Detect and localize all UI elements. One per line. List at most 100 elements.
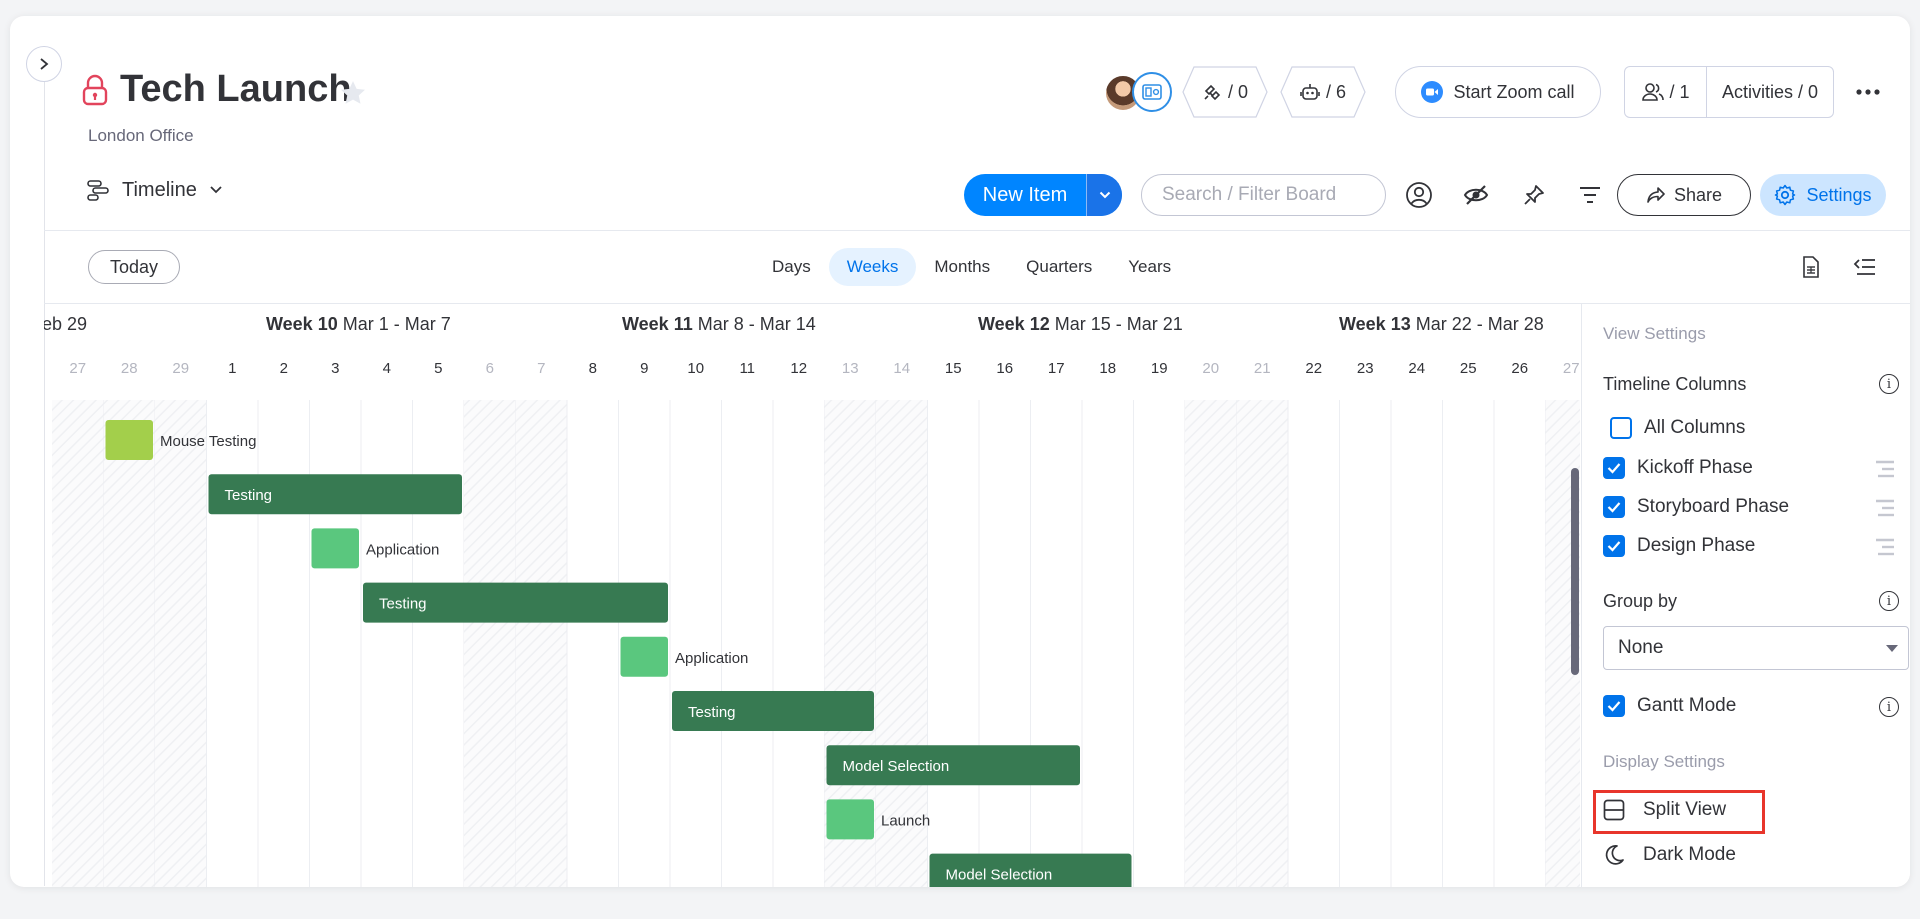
- day-tick-label: 3: [331, 360, 339, 377]
- timeline-bar[interactable]: [105, 420, 154, 460]
- scale-tab-days[interactable]: Days: [754, 248, 829, 286]
- person-filter-icon[interactable]: [1402, 178, 1436, 212]
- week-range: eb 29: [44, 314, 88, 334]
- day-tick-label: 12: [790, 360, 807, 377]
- info-icon[interactable]: i: [1879, 374, 1899, 394]
- day-tick-label: 27: [1563, 360, 1580, 377]
- star-icon[interactable]: [338, 78, 368, 108]
- checkbox-checked-icon: [1603, 457, 1625, 479]
- timeline-item[interactable]: Testing: [363, 582, 668, 623]
- week-range: Mar 15 - Mar 21: [1049, 314, 1183, 334]
- scale-tab-weeks[interactable]: Weeks: [828, 248, 917, 286]
- activities-label: Activities / 0: [1721, 81, 1819, 102]
- new-item-button[interactable]: New Item: [964, 174, 1086, 216]
- board-members[interactable]: [1104, 72, 1172, 112]
- scale-tab-quarters[interactable]: Quarters: [1008, 248, 1110, 286]
- day-tick-label: 24: [1408, 360, 1425, 377]
- timeline-bar[interactable]: [620, 636, 669, 677]
- more-options-icon[interactable]: [1852, 78, 1884, 106]
- members-button[interactable]: / 1: [1625, 67, 1707, 117]
- drag-handle-icon[interactable]: [1874, 537, 1896, 557]
- column-label: Kickoff Phase: [1637, 457, 1753, 478]
- timeline-item[interactable]: Model Selection: [826, 745, 1081, 786]
- timeline-item-label: Launch: [881, 812, 930, 829]
- timeline-columns-heading: Timeline Columns: [1603, 374, 1747, 394]
- view-settings-heading: View Settings: [1603, 324, 1706, 343]
- zoom-label: Start Zoom call: [1453, 81, 1575, 102]
- timeline-item-label: Model Selection: [946, 867, 1053, 884]
- day-tick-label: 4: [383, 360, 391, 377]
- weekend-shade: [103, 400, 155, 887]
- timeline-item[interactable]: Testing: [672, 691, 874, 731]
- timeline-bar[interactable]: [311, 528, 360, 569]
- export-icon[interactable]: [1796, 252, 1826, 282]
- day-tick-label: 9: [640, 360, 648, 377]
- checkbox-checked-icon: [1603, 535, 1625, 557]
- start-zoom-call-button[interactable]: Start Zoom call: [1395, 66, 1601, 118]
- checkbox-checked-icon: [1603, 496, 1625, 518]
- day-tick-label: 15: [945, 360, 962, 377]
- timeline-item-label: Mouse Testing: [160, 433, 256, 450]
- collapse-items-icon[interactable]: [1850, 252, 1880, 282]
- pin-icon[interactable]: [1517, 178, 1551, 212]
- weekend-shade: [515, 400, 567, 887]
- column-checkbox-design-phase[interactable]: Design Phase: [1603, 535, 1755, 557]
- guest-avatar-icon[interactable]: [1132, 72, 1172, 112]
- drag-handle-icon[interactable]: [1874, 459, 1896, 479]
- day-tick-label: 10: [687, 360, 704, 377]
- settings-button[interactable]: Settings: [1760, 174, 1886, 216]
- week-number: Week 12: [978, 314, 1050, 334]
- integrations-icon: [1204, 84, 1221, 101]
- filter-icon[interactable]: [1573, 178, 1607, 212]
- view-settings-panel: View Settings Timeline Columns i All Col…: [1581, 304, 1910, 887]
- new-item-dropdown[interactable]: [1086, 174, 1122, 216]
- group-by-heading: Group by: [1603, 591, 1678, 611]
- dark-mode-option[interactable]: Dark Mode: [1603, 844, 1736, 866]
- share-button[interactable]: Share: [1617, 174, 1751, 216]
- scale-tab-months[interactable]: Months: [916, 248, 1008, 286]
- scale-tab-years[interactable]: Years: [1110, 248, 1189, 286]
- week-label: eb 29: [44, 314, 87, 335]
- gear-icon: [1775, 184, 1796, 206]
- day-tick-label: 5: [434, 360, 442, 377]
- today-button[interactable]: Today: [88, 250, 180, 284]
- expand-sidebar-button[interactable]: [26, 46, 62, 82]
- column-checkbox-storyboard-phase[interactable]: Storyboard Phase: [1603, 496, 1789, 518]
- column-checkbox-kickoff-phase[interactable]: Kickoff Phase: [1603, 457, 1753, 479]
- board-title[interactable]: Tech Launch: [120, 68, 352, 111]
- search-input[interactable]: [1141, 174, 1386, 216]
- timeline-item[interactable]: Model Selection: [929, 853, 1132, 887]
- week-label: Week 10 Mar 1 - Mar 7: [266, 314, 451, 335]
- moon-icon: [1605, 845, 1624, 865]
- automations-button[interactable]: / 6: [1280, 66, 1366, 118]
- gantt-mode-checkbox[interactable]: Gantt Mode: [1603, 695, 1736, 717]
- day-tick-label: 1: [228, 360, 236, 377]
- info-icon[interactable]: i: [1879, 591, 1899, 611]
- timeline-bar[interactable]: [826, 799, 875, 840]
- integrations-button[interactable]: / 0: [1182, 66, 1268, 118]
- highlight-box: [1593, 790, 1765, 834]
- timeline-item-label: Testing: [688, 704, 736, 721]
- day-tick-label: 8: [589, 360, 597, 377]
- hide-icon[interactable]: [1459, 178, 1493, 212]
- view-switcher[interactable]: Timeline: [86, 178, 223, 202]
- info-icon[interactable]: i: [1879, 697, 1899, 717]
- weekend-shade: [1236, 400, 1288, 887]
- vertical-scrollbar[interactable]: [1571, 468, 1579, 675]
- timeline-item[interactable]: Application: [620, 636, 749, 677]
- drag-handle-icon[interactable]: [1874, 498, 1896, 518]
- settings-label: Settings: [1806, 184, 1872, 205]
- timeline-canvas: 27 28 29 1 2 3 4 5 6 7 8 9 10 11 12 13 14 15 16 17 18 19 20 21 2…: [52, 360, 1580, 887]
- group-by-select[interactable]: None: [1603, 626, 1909, 670]
- week-label: Week 12 Mar 15 - Mar 21: [978, 314, 1183, 335]
- all-columns-checkbox[interactable]: All Columns: [1610, 417, 1745, 439]
- timeline-item-label: Model Selection: [843, 758, 950, 775]
- robot-icon: [1300, 84, 1320, 100]
- activities-button[interactable]: Activities / 0: [1707, 82, 1833, 103]
- timeline-item[interactable]: Application: [311, 528, 440, 569]
- share-icon: [1647, 187, 1665, 203]
- week-range: Mar 1 - Mar 7: [337, 314, 451, 334]
- day-tick-label: 17: [1048, 360, 1065, 377]
- day-tick-label: 19: [1151, 360, 1168, 377]
- timeline-item[interactable]: Testing: [208, 474, 463, 515]
